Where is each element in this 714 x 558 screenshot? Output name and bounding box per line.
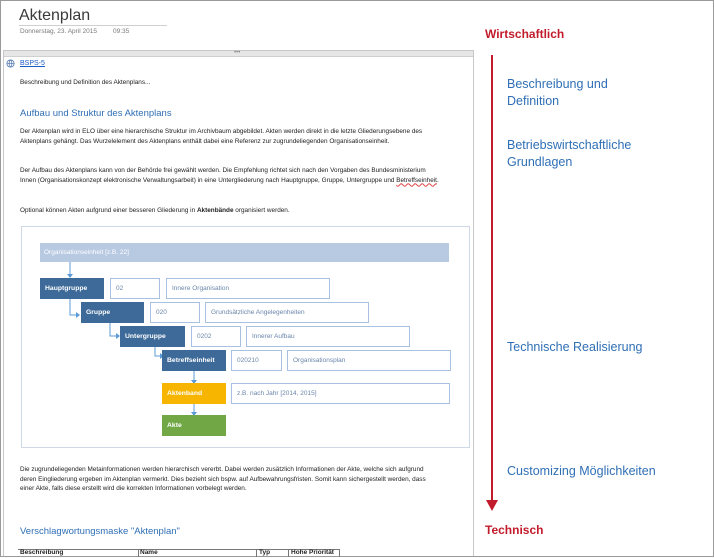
aktenband-box: Aktenband <box>162 383 226 404</box>
betreffseinheit-box: Betreffseinheit <box>162 350 226 371</box>
gruppe-code: 020 <box>150 302 200 323</box>
label-betriebswirtschaftlich: Betriebswirtschaftliche Grundlagen <box>507 138 632 169</box>
betreffseinheit-code: 020210 <box>231 350 282 371</box>
gruppe-box: Gruppe <box>81 302 144 323</box>
betreffseinheit-desc: Organisationsplan <box>287 350 451 371</box>
axis-arrow-line <box>491 55 493 503</box>
col-divider <box>138 549 139 557</box>
untergruppe-box: Untergruppe <box>120 326 185 347</box>
col-header-name[interactable]: Name <box>140 549 158 556</box>
gruppe-desc: Grundsätzliche Angelegenheiten <box>205 302 369 323</box>
hauptgruppe-box: Hauptgruppe <box>40 278 104 299</box>
label-technische-realisierung: Technische Realisierung <box>507 340 643 354</box>
label-beschreibung: Beschreibung und Definition <box>507 77 608 108</box>
col-divider <box>256 549 257 557</box>
arrow-down-icon <box>486 500 498 511</box>
org-unit-box: Organisationseinheit [z.B. 22] <box>40 243 449 262</box>
aktenband-desc: z.B. nach Jahr [2014, 2015] <box>231 383 450 404</box>
untergruppe-code: 0202 <box>191 326 241 347</box>
label-customizing: Customizing Möglichkeiten <box>507 464 656 478</box>
heading-verschlagwortung: Verschlagwortungsmaske "Aktenplan" <box>20 526 180 537</box>
col-header-beschreibung[interactable]: Beschreibung <box>20 549 63 556</box>
col-header-prioritaet[interactable]: Hohe Priorität <box>291 549 334 556</box>
col-divider <box>339 549 340 557</box>
label-technisch: Technisch <box>485 523 544 537</box>
akte-box: Akte <box>162 415 226 436</box>
label-wirtschaftlich: Wirtschaftlich <box>485 27 565 41</box>
untergruppe-desc: Innerer Aufbau <box>246 326 410 347</box>
hauptgruppe-desc: Innere Organisation <box>166 278 330 299</box>
col-header-typ[interactable]: Typ <box>259 549 270 556</box>
hauptgruppe-code: 02 <box>110 278 160 299</box>
paragraph-4: Die zugrundeliegenden Metainformationen … <box>20 466 426 493</box>
col-divider <box>288 549 289 557</box>
